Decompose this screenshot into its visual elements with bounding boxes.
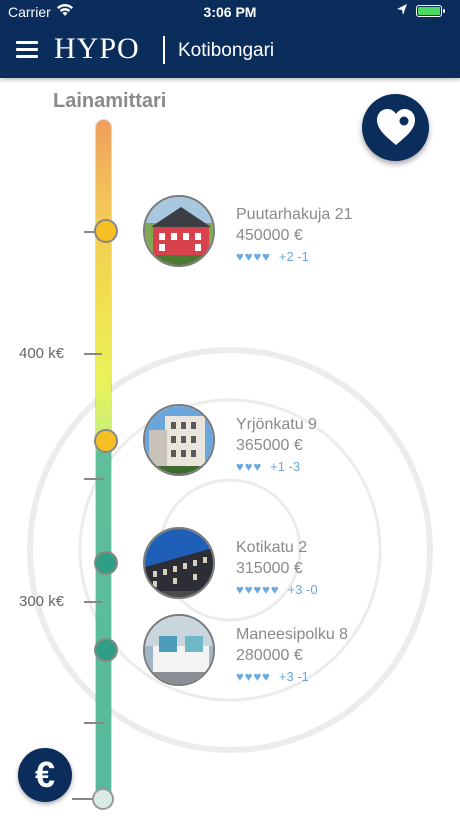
listing-item[interactable]: Kotikatu 2 315000 € ♥♥♥♥♥ +3 -0 — [236, 539, 318, 597]
listing-item[interactable]: Yrjönkatu 9 365000 € ♥♥♥ +1 -3 — [236, 416, 317, 474]
watermark-seal — [27, 347, 433, 753]
tick-mark — [84, 353, 102, 355]
rating-hearts: ♥♥♥♥ — [236, 249, 271, 264]
listing-rating: ♥♥♥♥ +2 -1 — [236, 249, 353, 264]
rating-hearts: ♥♥♥ — [236, 459, 263, 474]
listing-rating: ♥♥♥ +1 -3 — [236, 459, 317, 474]
page-title: Lainamittari — [53, 90, 167, 112]
nav-subtitle: Kotibongari — [178, 40, 275, 61]
listing-price: 450000 € — [236, 227, 303, 244]
listing-price: 315000 € — [236, 560, 303, 577]
listing-price: 365000 € — [236, 437, 303, 454]
rating-votes: +3 -0 — [287, 582, 318, 597]
rating-votes: +2 -1 — [278, 249, 309, 264]
battery-icon — [416, 5, 445, 17]
euro-button[interactable]: € — [18, 748, 72, 802]
rating-votes: +1 -3 — [270, 459, 301, 474]
heart-icon — [377, 109, 415, 145]
favorites-button[interactable] — [362, 94, 429, 161]
nav-divider — [163, 36, 165, 64]
rating-hearts: ♥♥♥♥ — [236, 669, 271, 684]
listing-photo[interactable] — [143, 614, 215, 686]
hamburger-menu-icon[interactable] — [16, 40, 38, 60]
listing-item[interactable]: Maneesipolku 8 280000 € ♥♥♥♥ +3 -1 — [236, 626, 348, 684]
listing-price: 280000 € — [236, 647, 303, 664]
listing-photo[interactable] — [143, 527, 215, 599]
listing-name: Kotikatu 2 — [236, 539, 308, 556]
price-marker[interactable] — [94, 551, 118, 575]
listing-name: Yrjönkatu 9 — [236, 416, 317, 433]
tick-label-400k: 400 k€ — [19, 345, 65, 362]
tick-mark — [84, 722, 104, 724]
listing-name: Maneesipolku 8 — [236, 626, 349, 643]
tick-label-300k: 300 k€ — [19, 593, 65, 610]
app-logo: HYPO — [54, 32, 140, 65]
listing-rating: ♥♥♥♥♥ +3 -0 — [236, 582, 318, 597]
listing-item[interactable]: Puutarhakuja 21 450000 € ♥♥♥♥ +2 -1 — [236, 206, 353, 264]
meter-bottom-handle[interactable] — [92, 788, 114, 810]
status-bar: Carrier 3:06 PM — [0, 0, 460, 24]
location-arrow-icon — [396, 3, 408, 20]
rating-hearts: ♥♥♥♥♥ — [236, 582, 280, 597]
listing-rating: ♥♥♥♥ +3 -1 — [236, 669, 348, 684]
listing-photo[interactable] — [143, 404, 215, 476]
tick-mark — [72, 798, 94, 800]
tick-mark — [84, 601, 102, 603]
price-marker[interactable] — [94, 638, 118, 662]
rating-votes: +3 -1 — [278, 669, 309, 684]
clock: 3:06 PM — [203, 4, 257, 20]
nav-bar: HYPO Kotibongari — [0, 24, 460, 78]
tick-mark — [84, 478, 104, 480]
price-marker[interactable] — [94, 429, 118, 453]
listing-name: Puutarhakuja 21 — [236, 206, 353, 223]
listing-photo[interactable] — [143, 195, 215, 267]
price-marker[interactable] — [94, 219, 118, 243]
